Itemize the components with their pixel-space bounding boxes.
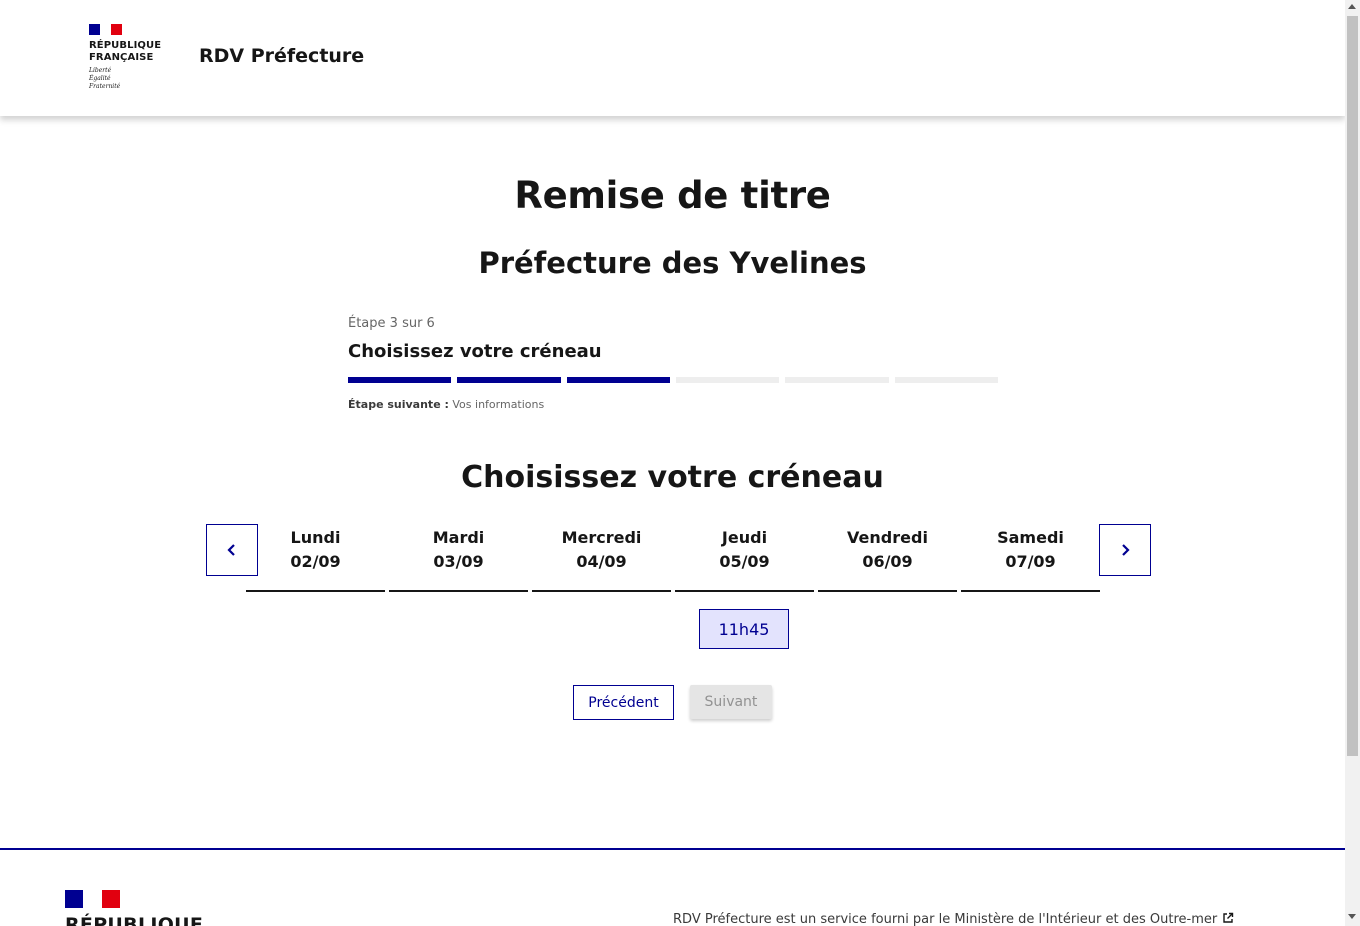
step-bar — [894, 377, 998, 383]
day-name: Lundi — [290, 528, 341, 547]
day-name: Mercredi — [561, 528, 642, 547]
external-link-icon — [1222, 912, 1234, 926]
day-date: 06/09 — [862, 552, 913, 571]
next-week-button[interactable] — [1099, 524, 1151, 576]
day-date: 07/09 — [1005, 552, 1056, 571]
page-subtitle: Préfecture des Yvelines — [478, 246, 867, 280]
day-name: Samedi — [997, 528, 1064, 547]
motto-fraternite: Fraternité — [89, 83, 121, 90]
step-next-value: Vos informations — [452, 398, 545, 411]
motto-liberte: Liberté — [89, 67, 112, 74]
footer-service-text[interactable]: RDV Préfecture est un service fourni par… — [673, 912, 1234, 926]
step-bar — [675, 377, 780, 383]
step-state: Étape 3 sur 6 — [348, 316, 435, 331]
day-column: Vendredi 06/09 — [818, 524, 957, 592]
day-column: Mardi 03/09 — [389, 524, 528, 592]
page-content: RÉPUBLIQUE FRANÇAISE Liberté Égalité Fra… — [0, 0, 1345, 926]
republique-francaise-logo[interactable]: RÉPUBLIQUE FRANÇAISE Liberté Égalité Fra… — [89, 24, 189, 91]
marianne-flag-icon — [65, 890, 120, 908]
step-bar — [566, 377, 670, 383]
day-name: Vendredi — [847, 528, 928, 547]
site-header: RÉPUBLIQUE FRANÇAISE Liberté Égalité Fra… — [0, 0, 1345, 116]
scrollbar-thumb[interactable] — [1347, 16, 1358, 756]
site-footer: RÉPUBLIQUE RDV Préfecture est un service… — [0, 848, 1345, 926]
step-next: Étape suivante : Vos informations — [348, 398, 998, 411]
day-column: Lundi 02/09 — [246, 524, 385, 592]
page-title: Remise de titre — [514, 174, 831, 217]
day-column: Jeudi 05/09 — [675, 524, 814, 592]
rf-line-1: RÉPUBLIQUE — [89, 40, 162, 51]
day-date: 02/09 — [290, 552, 341, 571]
day-name: Jeudi — [721, 528, 768, 547]
step-progress — [348, 377, 998, 383]
step-next-label: Étape suivante : — [348, 398, 449, 411]
previous-button[interactable]: Précédent — [573, 685, 674, 720]
republique-francaise-name: RÉPUBLIQUE FRANÇAISE — [89, 40, 189, 64]
day-date: 04/09 — [576, 552, 627, 571]
footer-rf-name: RÉPUBLIQUE — [65, 914, 204, 926]
day-column: Mercredi 04/09 — [532, 524, 671, 592]
time-slot-button[interactable]: 11h45 — [699, 609, 789, 649]
page: RÉPUBLIQUE FRANÇAISE Liberté Égalité Fra… — [0, 0, 1360, 926]
republic-motto: Liberté Égalité Fraternité — [89, 67, 189, 91]
footer-text-label: RDV Préfecture est un service fourni par… — [673, 912, 1218, 926]
motto-egalite: Égalité — [89, 75, 111, 82]
step-bar — [348, 377, 452, 383]
chevron-right-icon — [1122, 544, 1130, 556]
section-title: Choisissez votre créneau — [461, 460, 884, 495]
step-bar — [457, 377, 561, 383]
day-date: 03/09 — [433, 552, 484, 571]
service-title[interactable]: RDV Préfecture — [199, 45, 364, 67]
next-button[interactable]: Suivant — [690, 685, 772, 719]
day-date: 05/09 — [719, 552, 770, 571]
scroll-down-arrow-icon[interactable] — [1348, 914, 1356, 919]
rf-line-2: FRANÇAISE — [89, 52, 154, 63]
step-title: Choisissez votre créneau — [348, 341, 602, 362]
marianne-flag-icon — [89, 24, 122, 35]
stepper: Étape 3 sur 6 Choisissez votre créneau É… — [348, 316, 998, 411]
scroll-up-arrow-icon[interactable] — [1348, 4, 1356, 9]
chevron-left-icon — [227, 544, 235, 556]
day-column: Samedi 07/09 — [961, 524, 1100, 592]
calendar-days: Lundi 02/09 Mardi 03/09 Mercredi 04/09 J… — [246, 524, 1100, 592]
day-name: Mardi — [432, 528, 485, 547]
vertical-scrollbar[interactable] — [1345, 0, 1360, 926]
step-bar — [785, 377, 889, 383]
